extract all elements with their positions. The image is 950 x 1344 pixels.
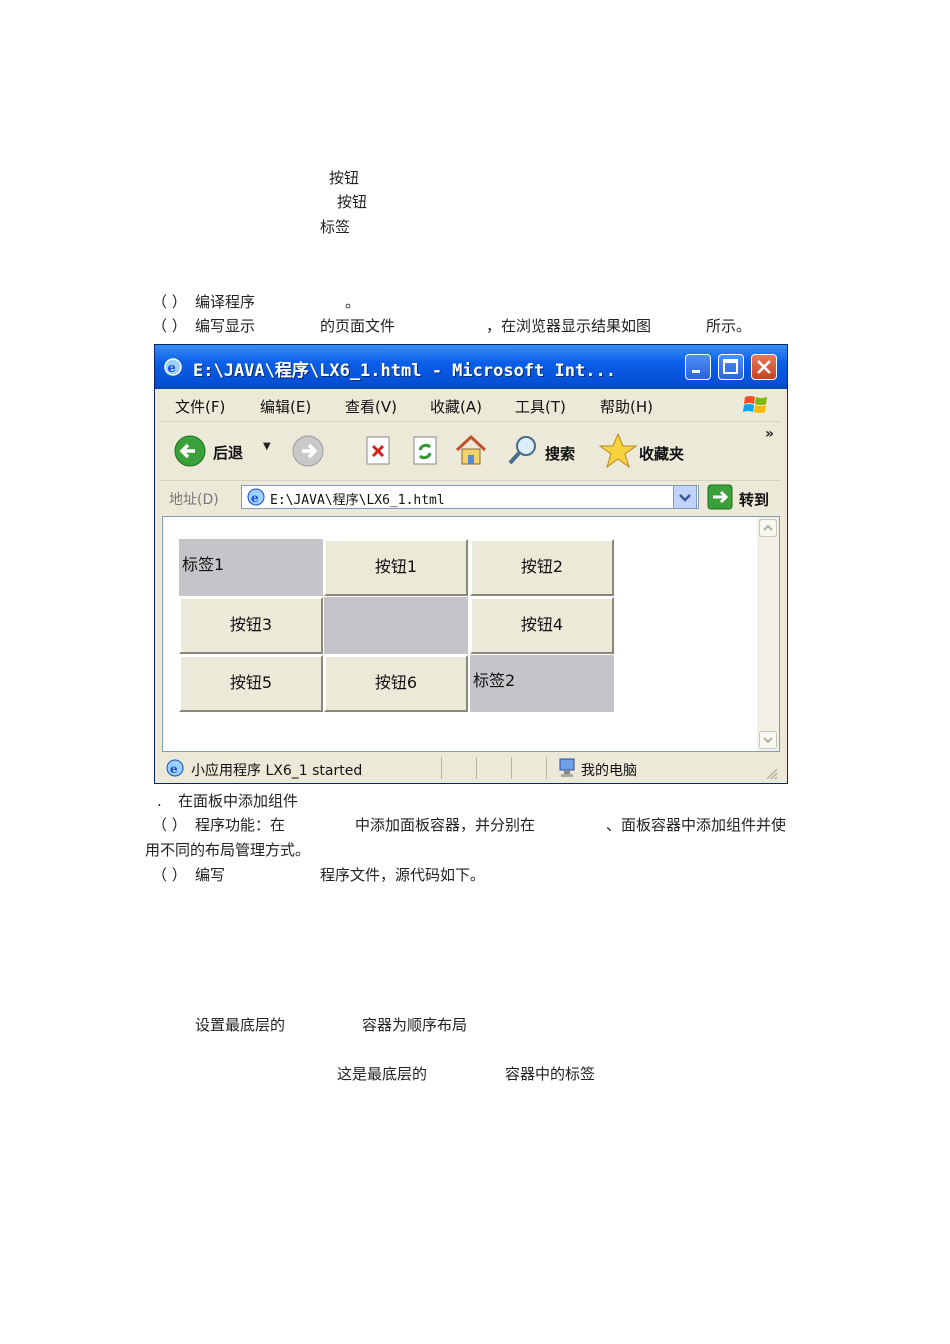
maximize-icon	[723, 359, 738, 374]
menu-view[interactable]: 查看(V)	[345, 396, 397, 417]
svg-text:e: e	[170, 762, 178, 776]
ie-icon: e	[164, 358, 182, 376]
back-arrow-icon	[174, 435, 206, 467]
go-label: 转到	[739, 491, 770, 509]
star-icon	[599, 432, 637, 468]
applet-button-3[interactable]: 按钮3	[179, 597, 323, 654]
back-button[interactable]: 后退 ▼	[171, 432, 279, 470]
address-label: 地址(D)	[169, 492, 219, 508]
applet-button-5[interactable]: 按钮5	[179, 655, 323, 712]
step1-end: 。	[345, 293, 361, 311]
back-dropdown-icon: ▼	[263, 441, 271, 452]
step2-mid: 的页面文件	[320, 317, 396, 335]
doc-text-button-1: 按钮	[329, 169, 360, 187]
stop-icon[interactable]	[364, 435, 394, 467]
computer-icon	[559, 758, 575, 777]
menu-help[interactable]: 帮助(H)	[600, 396, 653, 417]
window-title: E:\JAVA\程序\LX6_1.html - Microsoft Int...	[193, 361, 616, 381]
menu-tools[interactable]: 工具(T)	[515, 396, 566, 417]
menu-bar: 文件(F) 编辑(E) 查看(V) 收藏(A) 工具(T) 帮助(H)	[161, 389, 781, 422]
address-dropdown-button[interactable]	[673, 485, 697, 509]
status-separator	[546, 757, 547, 779]
menu-favorites[interactable]: 收藏(A)	[430, 396, 482, 417]
back-label: 后退	[213, 444, 244, 462]
search-icon	[508, 436, 536, 465]
step2-end: 所示。	[706, 317, 752, 335]
scroll-up-button[interactable]	[759, 519, 777, 537]
write-text-a: 编写	[195, 866, 226, 884]
applet-label-1: 标签1	[179, 539, 323, 596]
maximize-button[interactable]	[718, 354, 744, 380]
status-text: 小应用程序 LX6_1 started	[191, 763, 363, 779]
applet-button-1[interactable]: 按钮1	[324, 539, 468, 596]
toolbar: 后退 ▼ 搜索 收藏夹 »	[161, 422, 781, 481]
resize-grip-icon[interactable]	[763, 765, 779, 781]
applet-label-2: 标签2	[470, 655, 614, 712]
forward-arrow-icon[interactable]	[291, 434, 325, 468]
refresh-icon[interactable]	[411, 435, 441, 467]
close-button[interactable]	[751, 354, 777, 380]
doc-text-label: 标签	[320, 218, 351, 236]
zone-text: 我的电脑	[581, 763, 637, 779]
page-content: 标签1 按钮1 按钮2 按钮3 按钮4 按钮5 按钮6 标签2	[162, 516, 780, 752]
step1-text: 编译程序	[195, 293, 256, 311]
chevron-down-icon	[679, 494, 691, 502]
status-bar: e 小应用程序 LX6_1 started 我的电脑	[161, 753, 781, 783]
go-arrow-icon	[707, 484, 733, 510]
func-text-c: 、面板容器中添加组件并使	[606, 816, 787, 834]
address-input[interactable]: e E:\JAVA\程序\LX6_1.html	[241, 485, 699, 509]
write-text-b: 程序文件，源代码如下。	[320, 866, 486, 884]
search-button[interactable]: 搜索	[503, 432, 589, 470]
title-bar[interactable]: e E:\JAVA\程序\LX6_1.html - Microsoft Int.…	[155, 345, 787, 389]
home-icon[interactable]	[453, 433, 489, 467]
chevron-down-icon	[763, 737, 773, 744]
func-marker: （ ）	[152, 816, 187, 834]
step2-text: 编写显示	[195, 317, 256, 335]
code-comment-2b: 容器中的标签	[505, 1065, 596, 1083]
func-text-d: 用不同的布局管理方式。	[145, 841, 311, 859]
search-label: 搜索	[545, 445, 576, 463]
svg-text:e: e	[251, 491, 259, 505]
applet-button-2[interactable]: 按钮2	[470, 539, 614, 596]
close-icon	[757, 360, 771, 374]
minimize-icon	[692, 370, 700, 373]
code-comment-1b: 容器为顺序布局	[362, 1016, 468, 1034]
favorites-button[interactable]: 收藏夹	[599, 432, 699, 470]
scroll-down-button[interactable]	[759, 731, 777, 749]
step2-tail: ，在浏览器显示结果如图	[486, 317, 652, 335]
code-comment-2a: 这是最底层的	[337, 1065, 428, 1083]
address-bar: 地址(D) e E:\JAVA\程序\LX6_1.html 转到	[161, 481, 781, 515]
status-separator	[511, 757, 512, 779]
vertical-scrollbar[interactable]	[757, 517, 779, 751]
address-value: E:\JAVA\程序\LX6_1.html	[270, 493, 445, 508]
windows-logo-icon	[743, 396, 767, 413]
favorites-label: 收藏夹	[639, 445, 685, 463]
page-icon: e	[247, 488, 265, 506]
toolbar-overflow-icon[interactable]: »	[765, 426, 774, 442]
section-title: 在面板中添加组件	[178, 792, 299, 810]
step2-marker: （ ）	[152, 317, 187, 335]
status-separator	[441, 757, 442, 779]
applet-empty-cell	[324, 597, 468, 654]
applet-button-4[interactable]: 按钮4	[470, 597, 614, 654]
svg-text:e: e	[168, 361, 176, 376]
write-marker: （ ）	[152, 866, 187, 884]
doc-text-button-2: 按钮	[337, 193, 368, 211]
section-number: .	[157, 792, 162, 810]
code-comment-1a: 设置最底层的	[195, 1016, 286, 1034]
minimize-button[interactable]	[685, 354, 711, 380]
func-text-a: 程序功能：在	[195, 816, 286, 834]
func-text-b: 中添加面板容器，并分别在	[355, 816, 536, 834]
page-status-icon: e	[166, 759, 184, 777]
chevron-up-icon	[763, 524, 773, 531]
browser-window: e E:\JAVA\程序\LX6_1.html - Microsoft Int.…	[154, 344, 788, 784]
menu-edit[interactable]: 编辑(E)	[260, 396, 311, 417]
status-separator	[476, 757, 477, 779]
applet-button-6[interactable]: 按钮6	[324, 655, 468, 712]
step1-marker: （ ）	[152, 293, 187, 311]
menu-file[interactable]: 文件(F)	[175, 396, 225, 417]
